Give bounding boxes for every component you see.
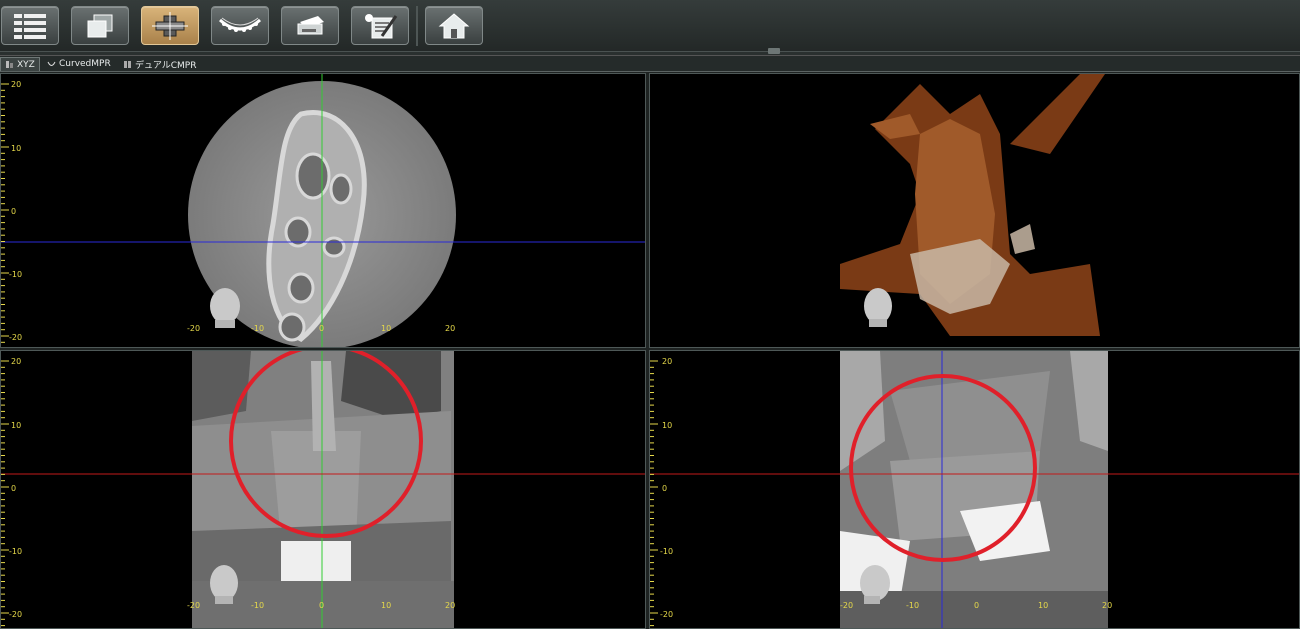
- v-tick-label: 20: [662, 357, 673, 366]
- h-tick-label: -20: [187, 601, 201, 610]
- h-tick-label: -10: [251, 601, 265, 610]
- h-tick-label: 20: [445, 324, 456, 333]
- curved-mpr-tab-icon: [47, 61, 56, 66]
- main-toolbar: [0, 0, 1300, 52]
- h-tick-label: 0: [974, 601, 980, 610]
- print-button[interactable]: [281, 6, 339, 45]
- h-tick-label: 20: [1102, 601, 1113, 610]
- tab-dual-cmpr[interactable]: デュアルCMPR: [119, 57, 200, 71]
- h-tick-label: 10: [1038, 601, 1049, 610]
- horizontal-ruler: -20 -10 0 10 20: [187, 601, 457, 615]
- h-tick-label: -10: [906, 601, 920, 610]
- mpr-view-button[interactable]: [141, 6, 199, 45]
- list-view-button[interactable]: [1, 6, 59, 45]
- v-tick-label: 10: [11, 144, 22, 153]
- h-tick-label: 20: [445, 601, 456, 610]
- tab-dual-cmpr-label: デュアルCMPR: [135, 60, 197, 71]
- v-tick-label: -10: [9, 270, 23, 279]
- horizontal-ruler: -20 -10 0 10 20: [840, 601, 1113, 615]
- v-tick-label: -10: [660, 547, 674, 556]
- h-tick-label: -10: [251, 324, 265, 333]
- axial-view-image: [1, 74, 645, 347]
- tab-xyz[interactable]: XYZ: [0, 57, 40, 71]
- v-tick-label: 10: [11, 421, 22, 430]
- h-tick-label: -20: [840, 601, 854, 610]
- layers-button[interactable]: [71, 6, 129, 45]
- splitter-grip[interactable]: [768, 48, 780, 54]
- patient-head-icon: [210, 288, 240, 328]
- sagittal-viewport[interactable]: 20 10 0 -10 -20 -20 -10 0 10 20: [649, 350, 1300, 629]
- h-tick-label: 10: [381, 324, 392, 333]
- layers-icon: [87, 14, 113, 37]
- sagittal-view-image: [650, 351, 1299, 628]
- horizontal-ruler: -20 -10 0 10 20: [187, 324, 457, 338]
- tab-curvedmpr[interactable]: CurvedMPR: [43, 57, 115, 71]
- v-tick-label: 20: [11, 80, 22, 89]
- tab-curvedmpr-label: CurvedMPR: [59, 59, 111, 69]
- coronal-viewport[interactable]: 20 10 0 -10 -20 -20 -10 0 10 20: [0, 350, 646, 629]
- v-tick-label: 0: [11, 207, 17, 216]
- v-tick-label: 10: [662, 421, 673, 430]
- report-edit-icon: [365, 13, 398, 38]
- view-tab-bar: XYZ CurvedMPR デュアルCMPR: [0, 56, 1300, 72]
- vertical-ruler: 20 10 0 -10 -20: [1, 74, 22, 347]
- home-button[interactable]: [425, 6, 483, 45]
- vertical-ruler: 20 10 0 -10 -20: [650, 351, 673, 628]
- printer-icon: [297, 15, 324, 34]
- v-tick-label: -10: [9, 547, 23, 556]
- home-icon: [438, 12, 470, 38]
- h-tick-label: 0: [319, 324, 325, 333]
- report-button[interactable]: [351, 6, 409, 45]
- patient-head-icon: [864, 288, 892, 327]
- viewer-window: XYZ CurvedMPR デュアルCMPR 20 10 0 -10 -20 -…: [0, 0, 1300, 629]
- vertical-ruler: 20 10 0 -10 -20: [1, 351, 22, 628]
- h-tick-label: -20: [187, 324, 201, 333]
- v-tick-label: -20: [9, 333, 23, 342]
- volume-render-image: [840, 74, 1105, 336]
- v-tick-label: 0: [11, 484, 17, 493]
- xyz-tab-icon: [6, 61, 13, 68]
- toolbar-separator: [416, 6, 418, 46]
- list-icon: [14, 13, 46, 39]
- v-tick-label: -20: [9, 610, 23, 619]
- panoramic-button[interactable]: [211, 6, 269, 45]
- mpr-cross-icon: [152, 11, 188, 40]
- tab-xyz-label: XYZ: [17, 59, 35, 70]
- volume-render-viewport[interactable]: [649, 73, 1300, 348]
- v-tick-label: 20: [11, 357, 22, 366]
- v-tick-label: 0: [662, 484, 668, 493]
- coronal-view-image: [1, 351, 645, 628]
- h-tick-label: 10: [381, 601, 392, 610]
- v-tick-label: -20: [660, 610, 674, 619]
- dental-arch-icon: [218, 17, 262, 32]
- axial-viewport[interactable]: 20 10 0 -10 -20 -20 -10 0 10 20: [0, 73, 646, 348]
- dual-cmpr-tab-icon: [124, 60, 131, 68]
- h-tick-label: 0: [319, 601, 325, 610]
